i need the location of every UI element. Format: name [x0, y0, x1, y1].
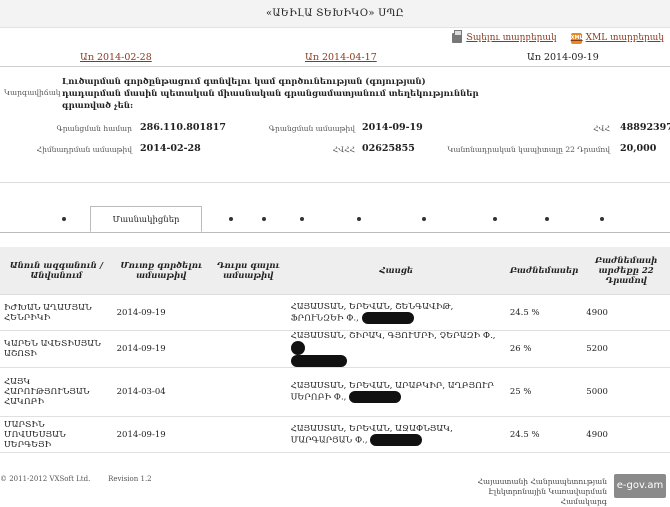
tin-value: 48892397	[620, 122, 670, 133]
col-header-in: Մուտք գործելու ամսաթիվ	[112, 247, 210, 295]
member-share: 24.5 %	[505, 294, 583, 331]
col-header-address: Հասցե	[286, 247, 506, 295]
redaction-mark	[290, 341, 305, 355]
member-out-date	[209, 367, 287, 417]
tab-bar: Մասնակիցներ	[0, 206, 670, 233]
col-header-out: Դուրս գալու ամսաթիվ	[209, 247, 287, 295]
xml-icon: XML	[570, 32, 583, 44]
member-value: 5000	[582, 367, 670, 417]
redaction-mark	[370, 433, 423, 446]
founding-date-label: Հիմնադրման ամսաթիվ	[36, 145, 132, 154]
member-address: ՀԱՅԱՍՏԱՆ, ԵՐԵՎԱՆ, ՇԵՆԳԱՎԻԹ, ՖՐՈՒՆԶԵԻ Փ.,	[286, 294, 506, 331]
status-label: Կարգավիճակ	[4, 88, 61, 97]
tab-dot[interactable]	[229, 217, 233, 221]
gov-line-1: Հայաստանի Հանրապետության	[477, 477, 607, 486]
member-out-date	[209, 294, 287, 331]
xml-button[interactable]: XML XML տարբերակ	[570, 30, 664, 46]
reg-number-value: 286.110.801817	[140, 122, 226, 133]
member-in-date: 2014-09-19	[112, 330, 210, 368]
member-in-date: 2014-09-19	[112, 294, 210, 331]
member-in-date: 2014-03-04	[112, 367, 210, 417]
date-link-1[interactable]: Առ 2014-02-28	[80, 52, 152, 63]
reg-number-label: Գրանցման համար	[56, 124, 132, 133]
redaction-mark	[290, 355, 347, 367]
tab-dot[interactable]	[600, 217, 604, 221]
tab-dot[interactable]	[262, 217, 266, 221]
revision: Revision 1.2	[108, 475, 152, 483]
redaction-mark	[361, 311, 414, 324]
table-row: ՀԱՅԿ ՀԱՐՈՒԹՅՈՒՆՅԱՆ ՀԱԿՈԲԻ 2014-03-04 ՀԱՅ…	[0, 367, 670, 417]
printer-icon	[452, 30, 463, 43]
member-value: 4900	[582, 416, 670, 453]
table-header-row: Անուն ազգանուն / Անվանում Մուտք գործելու…	[0, 247, 670, 295]
divider	[0, 66, 670, 67]
members-table: Անուն ազգանուն / Անվանում Մուտք գործելու…	[0, 247, 670, 453]
tab-dot[interactable]	[357, 217, 361, 221]
member-value: 4900	[582, 294, 670, 331]
reg-date-label: Գրանցման ամսաթիվ	[268, 124, 355, 133]
col-header-share: Բաժնեմասեր	[505, 247, 583, 295]
date-selector: Առ 2014-02-28 Առ 2014-04-17 Առ 2014-09-1…	[0, 52, 670, 66]
capital-label: Կանոնադրական կապիտալը 22 Դրամով	[447, 145, 610, 154]
copyright: © 2011-2012 VXSoft Ltd.	[0, 475, 91, 483]
tab-dot[interactable]	[300, 217, 304, 221]
gov-line-2: Էլեկտրոնային Կառավարման Համակարգ	[488, 487, 607, 506]
status-text: Լուծարման գործընթացում գտնվելու կամ գործ…	[62, 77, 479, 111]
table-row: ԿԱՐԵՆ ԱՎԵՏԻՍՅԱՆ ԱՇՈՏԻ 2014-09-19 ՀԱՅԱՍՏԱ…	[0, 330, 670, 368]
date-link-2[interactable]: Առ 2014-04-17	[305, 52, 377, 63]
member-share: 24.5 %	[505, 416, 583, 453]
member-in-date: 2014-09-19	[112, 416, 210, 453]
egov-logo[interactable]: e-gov.am	[614, 474, 666, 498]
capital-value: 20,000	[620, 143, 657, 154]
member-share: 26 %	[505, 330, 583, 368]
xml-label: XML տարբերակ	[585, 33, 664, 43]
page-title: «ԱԵԻԼԱ ՏԵԽԻԿՕ» ՍՊԸ	[0, 0, 670, 28]
member-address: ՀԱՅԱՍՏԱՆ, ԵՐԵՎԱՆ, ԱՐԱԲԿԻՐ, ԱՂԲՅՈՒՐ ՍԵՐՈԲ…	[286, 367, 506, 417]
divider	[0, 182, 670, 183]
tab-dot[interactable]	[545, 217, 549, 221]
member-out-date	[209, 416, 287, 453]
tab-members[interactable]: Մասնակիցներ	[90, 206, 202, 232]
redaction-mark	[349, 391, 402, 403]
print-button[interactable]: Տպելու տարբերակ	[452, 30, 557, 46]
member-name: ՄԱՐՏԻՆ ՄՈՎՍԵՍՅԱՆ ՍԵՐԳԵՅԻ	[0, 416, 113, 453]
member-share: 25 %	[505, 367, 583, 417]
member-name: ՀԱՅԿ ՀԱՐՈՒԹՅՈՒՆՅԱՆ ՀԱԿՈԲԻ	[0, 367, 113, 417]
footer-left: © 2011-2012 VXSoft Ltd. Revision 1.2	[0, 475, 152, 483]
reg-date-value: 2014-09-19	[362, 122, 423, 133]
hvhh-value: 02625855	[362, 143, 415, 154]
member-name: ԻԺԽԱՆ ԱՂԱՄՅԱՆ ՀԵՆՐԻԿԻ	[0, 294, 113, 331]
tab-dot[interactable]	[493, 217, 497, 221]
tin-label: ՀՎՀ	[593, 124, 610, 133]
founding-date-value: 2014-02-28	[140, 143, 201, 154]
print-label: Տպելու տարբերակ	[466, 33, 557, 43]
col-header-name: Անուն ազգանուն / Անվանում	[0, 247, 113, 295]
tab-dot[interactable]	[422, 217, 426, 221]
table-row: ԻԺԽԱՆ ԱՂԱՄՅԱՆ ՀԵՆՐԻԿԻ 2014-09-19 ՀԱՅԱՍՏԱ…	[0, 294, 670, 331]
action-links: Տպելու տարբերակ XML XML տարբերակ	[452, 30, 664, 46]
member-address: ՀԱՅԱՍՏԱՆ, ՇԻՐԱԿ, ԳՅՈՒՄՐԻ, ՉԵՐԱԶԻ Փ.,	[286, 330, 506, 368]
tab-dot[interactable]	[62, 217, 66, 221]
hvhh-label: ՀՎՀՀ	[332, 145, 355, 154]
member-name: ԿԱՐԵՆ ԱՎԵՏԻՍՅԱՆ ԱՇՈՏԻ	[0, 330, 113, 368]
table-row: ՄԱՐՏԻՆ ՄՈՎՍԵՍՅԱՆ ՍԵՐԳԵՅԻ 2014-09-19 ՀԱՅԱ…	[0, 416, 670, 453]
date-current: Առ 2014-09-19	[527, 52, 599, 63]
member-value: 5200	[582, 330, 670, 368]
member-out-date	[209, 330, 287, 368]
member-address: ՀԱՅԱՍՏԱՆ, ԵՐԵՎԱՆ, ԱՋԱՓՆՅԱԿ, ՄԱՐԳԱՐՅԱՆ Փ.…	[286, 416, 506, 453]
col-header-value: Բաժնեմասի արժեքը 22 Դրամով	[582, 247, 670, 295]
